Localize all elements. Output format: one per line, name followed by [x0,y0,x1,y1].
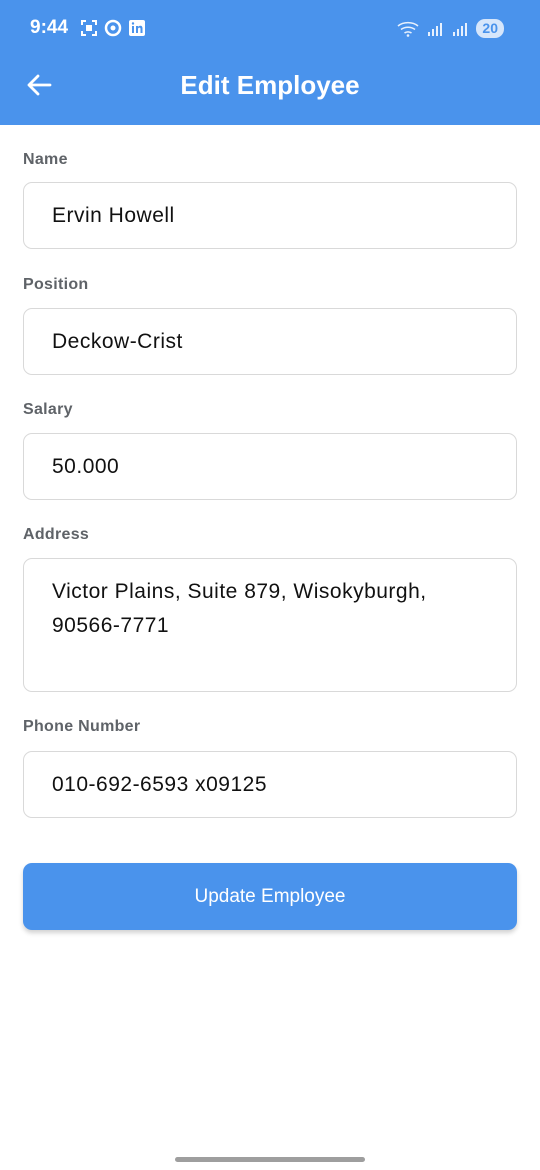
signal-icon [426,20,444,38]
update-employee-button[interactable]: Update Employee [23,863,517,930]
phone-label: Phone Number [23,718,141,735]
linkedin-icon [128,19,146,37]
home-indicator[interactable] [175,1157,365,1162]
signal-icon [451,20,469,38]
salary-label: Salary [23,401,73,418]
salary-field[interactable]: 50.000 [23,433,517,500]
position-label: Position [23,276,89,293]
status-icons-left [80,19,146,37]
name-field[interactable]: Ervin Howell [23,182,517,249]
address-label: Address [23,526,90,543]
wifi-icon [397,20,419,38]
position-field[interactable]: Deckow-Crist [23,308,517,375]
phone-field[interactable]: 010-692-6593 x09125 [23,751,517,818]
address-field[interactable]: Victor Plains, Suite 879, Wisokyburgh, 9… [23,558,517,692]
status-time: 9:44 [30,17,69,38]
app-bar: 9:44 20 Edit Employee [0,0,540,125]
screenshot-icon [80,19,98,37]
name-label: Name [23,151,68,168]
sync-icon [104,19,122,37]
battery-indicator: 20 [476,19,504,38]
status-icons-right: 20 [397,19,504,38]
page-title: Edit Employee [180,70,360,100]
